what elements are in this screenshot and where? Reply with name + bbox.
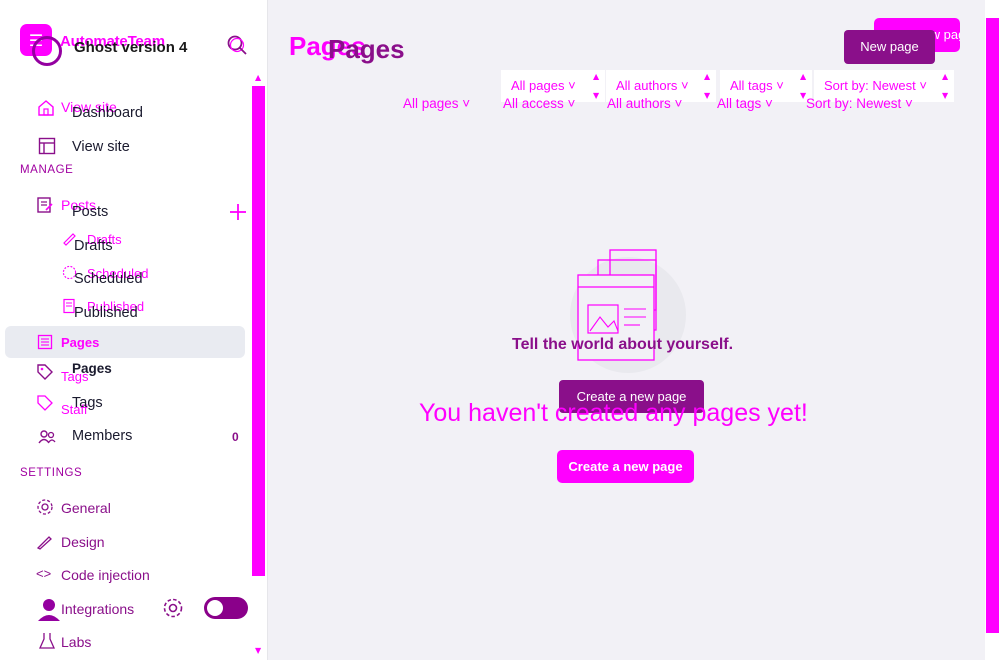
add-post-icon[interactable]: [229, 203, 247, 221]
empty-pages-illustration: [570, 249, 686, 373]
ghost-filter-type-label: All pages: [511, 78, 565, 93]
scroll-up-icon[interactable]: ▲: [255, 73, 261, 82]
scroll-down-icon[interactable]: ▼: [255, 646, 261, 655]
members-count-badge: 0: [232, 430, 239, 444]
ghost-filter-type-stepper: ▲ ▼: [591, 70, 605, 102]
nav-posts[interactable]: Posts: [72, 204, 108, 220]
sidebar: ☰ AutomateTeam Ghost version 4 View site…: [0, 0, 268, 660]
ghost-filter-author-stepper: ▲ ▼: [702, 70, 716, 102]
pages-icon: [37, 334, 53, 350]
nav-pages[interactable]: Pages: [72, 361, 112, 376]
sidebar-scrollbar-thumb[interactable]: [252, 86, 265, 576]
nav-tags[interactable]: Tags: [72, 395, 103, 411]
filter-tag-select[interactable]: All tags ˅: [717, 96, 773, 111]
flask-icon: [38, 633, 56, 649]
filter-author-label: All authors: [607, 96, 671, 111]
nav-design[interactable]: Design: [61, 534, 105, 550]
ghost-filter-tag-label: All tags: [730, 78, 773, 93]
filter-type-select[interactable]: All pages ˅: [403, 96, 470, 111]
home-icon: [38, 100, 54, 116]
nav-code-injection[interactable]: Code injection: [61, 567, 150, 583]
manage-section-label: MANAGE: [20, 164, 74, 176]
nav-view-site[interactable]: View site: [72, 139, 130, 155]
nav-published[interactable]: Published: [74, 305, 138, 321]
empty-state-heading: Tell the world about yourself.: [512, 336, 734, 353]
ghost-filter-sort-stepper: ▲ ▼: [940, 70, 954, 102]
new-page-button[interactable]: New page: [844, 30, 935, 64]
staff-tag-icon: [37, 395, 53, 411]
ghost-filter-sort-label: Sort by: Newest: [824, 78, 916, 93]
user-avatar-icon[interactable]: [36, 597, 62, 623]
nav-members[interactable]: Members: [72, 428, 132, 444]
create-page-button[interactable]: Create a new page: [557, 450, 694, 483]
ghost-ring-icon: [32, 36, 62, 66]
tag-icon: [37, 364, 53, 380]
page-title: Pages: [328, 34, 405, 64]
nav-scheduled[interactable]: Scheduled: [74, 271, 143, 287]
filter-access-select[interactable]: All access ˅: [503, 96, 575, 111]
nav-drafts[interactable]: Drafts: [74, 238, 113, 254]
posts-icon: [37, 197, 53, 213]
settings-gear-icon[interactable]: [162, 597, 184, 619]
code-icon: <>: [36, 566, 52, 581]
filter-sort-label: Sort by: Newest: [806, 96, 902, 111]
toggle-knob: [207, 600, 223, 616]
nav-pages-label: Pages: [61, 335, 100, 350]
ghost-filter-author-label: All authors: [616, 78, 678, 93]
filter-type-label: All pages: [403, 96, 459, 111]
night-mode-toggle[interactable]: [204, 597, 248, 619]
gear-icon: [37, 499, 53, 515]
brush-icon: [36, 536, 52, 550]
filter-author-select[interactable]: All authors ˅: [607, 96, 682, 111]
layout-icon: [38, 137, 56, 155]
search-icon[interactable]: [226, 34, 248, 56]
nav-general[interactable]: General: [61, 500, 111, 516]
main-scrollbar-thumb[interactable]: [986, 18, 999, 633]
settings-section-label: SETTINGS: [20, 467, 83, 479]
filter-tag-label: All tags: [717, 96, 762, 111]
site-title: Ghost version 4: [74, 39, 188, 56]
filter-sort-select[interactable]: Sort by: Newest ˅: [806, 96, 913, 111]
main-content: Pages Pages New page New page All pages …: [268, 0, 1000, 660]
nav-labs[interactable]: Labs: [61, 634, 91, 650]
members-icon: [38, 430, 56, 444]
empty-state-message: You haven't created any pages yet!: [419, 399, 808, 427]
nav-dashboard[interactable]: Dashboard: [72, 105, 143, 121]
filter-access-label: All access: [503, 96, 564, 111]
nav-integrations[interactable]: Integrations: [61, 601, 134, 617]
